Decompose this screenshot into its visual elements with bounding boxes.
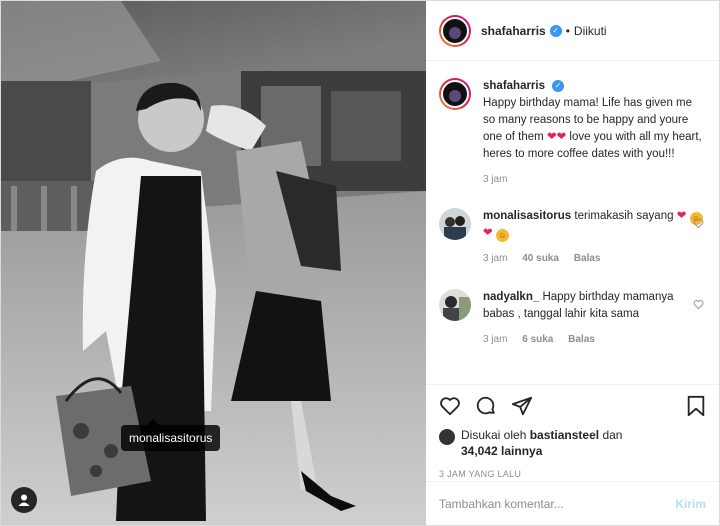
comment-input[interactable] (439, 496, 676, 511)
comment-icon[interactable] (475, 395, 497, 417)
likes-connector: dan (602, 428, 623, 442)
likes-summary: Disukai oleh bastiansteel dan 34,042 lai… (439, 427, 706, 459)
heart-emoji-icon: ❤ (483, 227, 493, 239)
separator-dot: • (565, 23, 570, 38)
comment-text: terimakasih sayang (574, 210, 674, 222)
comment-like-count[interactable]: 6 suka (522, 334, 553, 345)
comment-item: nadyalkn_ Happy birthday mamanya babas ,… (439, 289, 706, 348)
add-comment-bar: Kirim (426, 481, 719, 525)
liker-avatar[interactable] (439, 429, 455, 445)
liker-username[interactable]: bastiansteel (530, 428, 599, 442)
comments-section: shafaharris ✓ Happy birthday mama! Life … (426, 62, 719, 382)
heart-emoji-icon: ❤ (556, 131, 567, 143)
heart-emoji-icon: ❤ (546, 131, 557, 143)
caption-author-avatar[interactable] (439, 78, 471, 110)
comment-username[interactable]: monalisasitorus (483, 210, 571, 222)
comment-reply-button[interactable]: Balas (568, 334, 595, 345)
post-actions: Disukai oleh bastiansteel dan 34,042 lai… (426, 384, 719, 479)
verified-icon: ✓ (549, 24, 562, 37)
author-username[interactable]: shafaharris (481, 24, 546, 38)
likes-prefix: Disukai oleh (461, 428, 527, 442)
caption-time[interactable]: 3 jam (483, 174, 507, 185)
post-photo[interactable]: monalisasitorus (1, 1, 426, 525)
likes-count[interactable]: 34,042 lainnya (461, 444, 542, 458)
user-tag-icon[interactable] (11, 487, 37, 513)
comment-reply-button[interactable]: Balas (574, 253, 601, 264)
heart-icon[interactable] (439, 395, 461, 417)
heart-emoji-icon: ❤ (676, 210, 687, 222)
post-comment-button[interactable]: Kirim (675, 497, 706, 511)
comment-like-icon[interactable] (693, 218, 704, 229)
comment-like-count[interactable]: 40 suka (522, 253, 559, 264)
comment-time[interactable]: 3 jam (483, 334, 507, 345)
author-avatar[interactable] (439, 14, 471, 47)
comment-username[interactable]: nadyalkn_ (483, 291, 539, 303)
comment-item: monalisasitorus terimakasih sayang ❤ ☺ ❤… (439, 208, 706, 267)
verified-icon: ✓ (552, 79, 565, 92)
post-header: shafaharris ✓ • Diikuti (426, 1, 719, 61)
caption: shafaharris ✓ Happy birthday mama! Life … (439, 78, 706, 188)
photo-user-tag[interactable]: monalisasitorus (121, 419, 221, 451)
comment-time[interactable]: 3 jam (483, 253, 507, 264)
smile-emoji-icon: ☺ (495, 229, 509, 242)
comment-avatar[interactable] (439, 289, 471, 321)
post-sidebar: shafaharris ✓ • Diikuti shafaharris ✓ Ha… (426, 1, 719, 525)
comment-avatar[interactable] (439, 208, 471, 240)
follow-status-button[interactable]: Diikuti (574, 24, 607, 38)
caption-author[interactable]: shafaharris (483, 80, 545, 92)
share-icon[interactable] (511, 395, 533, 417)
bookmark-icon[interactable] (686, 395, 706, 417)
post-timestamp[interactable]: 3 JAM YANG LALU (439, 469, 706, 479)
action-icons-row (439, 393, 706, 419)
comment-like-icon[interactable] (693, 299, 704, 310)
